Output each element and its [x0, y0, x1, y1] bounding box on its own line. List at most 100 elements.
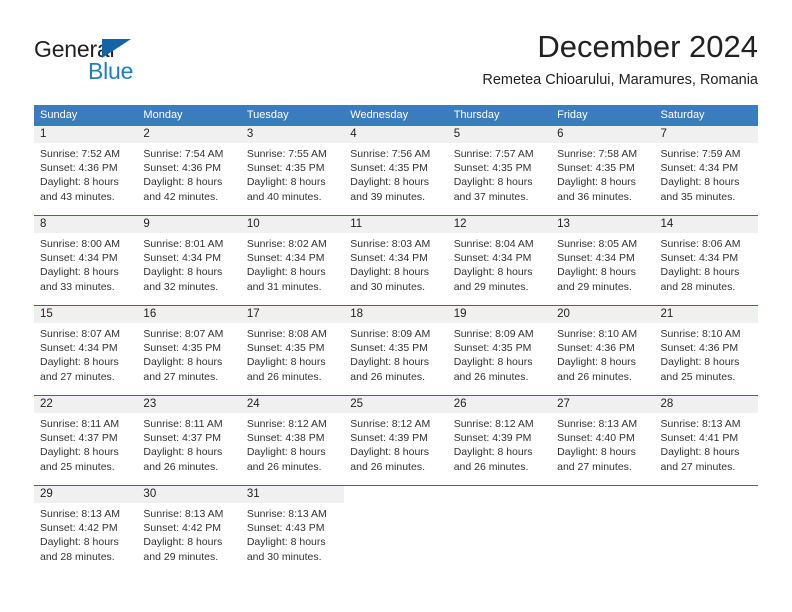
calendar-day-cell[interactable]: 10 Sunrise: 8:02 AM Sunset: 4:34 PM Dayl… [240, 215, 345, 306]
day-details: Sunrise: 7:55 AM Sunset: 4:35 PM Dayligh… [241, 143, 344, 204]
sunrise-text: Sunrise: 8:07 AM [40, 328, 120, 340]
daylight-text-line2: and 25 minutes. [40, 460, 115, 473]
page-header: General Blue December 2024 Remetea Chioa… [34, 28, 758, 98]
calendar-day-cell[interactable]: 27 Sunrise: 8:13 AM Sunset: 4:40 PM Dayl… [551, 395, 655, 486]
sunrise-text: Sunrise: 8:09 AM [350, 328, 431, 340]
sunrise-text: Sunrise: 8:11 AM [40, 418, 120, 430]
calendar-day-cell[interactable]: 29 Sunrise: 8:13 AM Sunset: 4:42 PM Dayl… [34, 485, 138, 575]
daylight-text-line2: and 33 minutes. [40, 280, 115, 293]
calendar-day-cell[interactable]: 8 Sunrise: 8:00 AM Sunset: 4:34 PM Dayli… [34, 215, 138, 306]
daylight-text-line1: Daylight: 8 hours [143, 266, 223, 279]
daylight-text-line1: Daylight: 8 hours [660, 446, 740, 459]
day-number: 21 [654, 306, 758, 323]
daylight-text-line1: Daylight: 8 hours [453, 266, 533, 279]
daylight-text-line2: and 26 minutes. [350, 370, 425, 383]
daylight-text-line1: Daylight: 8 hours [350, 176, 430, 189]
calendar-day-cell[interactable]: 4 Sunrise: 7:56 AM Sunset: 4:35 PM Dayli… [344, 126, 448, 216]
day-number: 14 [654, 216, 758, 233]
day-number: 9 [137, 216, 241, 233]
calendar-day-cell[interactable]: 21 Sunrise: 8:10 AM Sunset: 4:36 PM Dayl… [654, 305, 758, 396]
calendar-day-cell[interactable]: 13 Sunrise: 8:05 AM Sunset: 4:34 PM Dayl… [551, 215, 655, 306]
sunrise-text: Sunrise: 7:55 AM [246, 148, 327, 160]
calendar-day-cell[interactable]: 9 Sunrise: 8:01 AM Sunset: 4:34 PM Dayli… [137, 215, 241, 306]
calendar-day-cell[interactable]: 23 Sunrise: 8:11 AM Sunset: 4:37 PM Dayl… [137, 395, 241, 486]
calendar-header-row: Sunday Monday Tuesday Wednesday Thursday… [34, 105, 758, 126]
day-details: Sunrise: 8:11 AM Sunset: 4:37 PM Dayligh… [34, 413, 137, 474]
calendar-week-row: 1 Sunrise: 7:52 AM Sunset: 4:36 PM Dayli… [34, 126, 758, 216]
sunset-text: Sunset: 4:36 PM [40, 162, 118, 175]
daylight-text-line2: and 31 minutes. [246, 280, 322, 293]
day-number: 16 [137, 306, 241, 323]
daylight-text-line1: Daylight: 8 hours [557, 446, 636, 459]
sunrise-text: Sunrise: 8:05 AM [557, 238, 638, 250]
day-details: Sunrise: 7:58 AM Sunset: 4:35 PM Dayligh… [551, 143, 654, 204]
day-number: 5 [447, 126, 552, 143]
day-details: Sunrise: 8:10 AM Sunset: 4:36 PM Dayligh… [551, 323, 654, 384]
day-details: Sunrise: 8:12 AM Sunset: 4:39 PM Dayligh… [448, 413, 551, 474]
calendar-day-cell[interactable]: 24 Sunrise: 8:12 AM Sunset: 4:38 PM Dayl… [240, 395, 345, 486]
calendar-day-cell[interactable]: 18 Sunrise: 8:09 AM Sunset: 4:35 PM Dayl… [344, 305, 448, 396]
calendar-day-cell[interactable]: 14 Sunrise: 8:06 AM Sunset: 4:34 PM Dayl… [654, 215, 758, 306]
calendar-day-cell[interactable]: 1 Sunrise: 7:52 AM Sunset: 4:36 PM Dayli… [34, 126, 138, 216]
calendar-day-cell[interactable]: 28 Sunrise: 8:13 AM Sunset: 4:41 PM Dayl… [654, 395, 758, 486]
calendar-week-row: 8 Sunrise: 8:00 AM Sunset: 4:34 PM Dayli… [34, 215, 758, 306]
calendar-day-cell[interactable]: 11 Sunrise: 8:03 AM Sunset: 4:34 PM Dayl… [344, 215, 448, 306]
daylight-text-line1: Daylight: 8 hours [453, 176, 533, 189]
calendar-day-cell[interactable]: 12 Sunrise: 8:04 AM Sunset: 4:34 PM Dayl… [447, 215, 552, 306]
daylight-text-line1: Daylight: 8 hours [246, 266, 326, 279]
daylight-text-line1: Daylight: 8 hours [40, 176, 119, 189]
sunset-text: Sunset: 4:35 PM [453, 342, 532, 355]
weekday-header-saturday: Saturday [654, 105, 758, 126]
calendar-day-cell[interactable]: 31 Sunrise: 8:13 AM Sunset: 4:43 PM Dayl… [240, 485, 345, 575]
daylight-text-line2: and 26 minutes. [453, 370, 529, 383]
day-number: 24 [240, 396, 345, 413]
weekday-header-wednesday: Wednesday [344, 105, 448, 126]
calendar-day-cell[interactable]: 5 Sunrise: 7:57 AM Sunset: 4:35 PM Dayli… [447, 126, 552, 216]
sunrise-text: Sunrise: 8:12 AM [246, 418, 327, 430]
calendar-day-cell[interactable]: 16 Sunrise: 8:07 AM Sunset: 4:35 PM Dayl… [137, 305, 241, 396]
weekday-header-monday: Monday [137, 105, 241, 126]
page-title: December 2024 [537, 29, 758, 64]
title-block: December 2024 Remetea Chioarului, Maramu… [482, 28, 758, 90]
sunrise-text: Sunrise: 8:08 AM [246, 328, 327, 340]
calendar-day-cell[interactable]: 2 Sunrise: 7:54 AM Sunset: 4:36 PM Dayli… [137, 126, 241, 216]
calendar-day-cell-empty [344, 485, 448, 575]
day-number: 31 [240, 486, 345, 503]
calendar-day-cell[interactable]: 20 Sunrise: 8:10 AM Sunset: 4:36 PM Dayl… [551, 305, 655, 396]
calendar-day-cell[interactable]: 3 Sunrise: 7:55 AM Sunset: 4:35 PM Dayli… [240, 126, 345, 216]
daylight-text-line1: Daylight: 8 hours [350, 446, 430, 459]
calendar-day-cell[interactable]: 26 Sunrise: 8:12 AM Sunset: 4:39 PM Dayl… [447, 395, 552, 486]
calendar-day-cell[interactable]: 6 Sunrise: 7:58 AM Sunset: 4:35 PM Dayli… [551, 126, 655, 216]
calendar-week-row: 29 Sunrise: 8:13 AM Sunset: 4:42 PM Dayl… [34, 485, 758, 575]
daylight-text-line1: Daylight: 8 hours [246, 536, 326, 549]
sunset-text: Sunset: 4:36 PM [660, 342, 739, 355]
sunset-text: Sunset: 4:35 PM [453, 162, 532, 175]
calendar-day-cell[interactable]: 7 Sunrise: 7:59 AM Sunset: 4:34 PM Dayli… [654, 126, 758, 216]
calendar-day-cell[interactable]: 19 Sunrise: 8:09 AM Sunset: 4:35 PM Dayl… [447, 305, 552, 396]
calendar-day-cell[interactable]: 30 Sunrise: 8:13 AM Sunset: 4:42 PM Dayl… [137, 485, 241, 575]
sunrise-text: Sunrise: 8:11 AM [143, 418, 223, 430]
daylight-text-line1: Daylight: 8 hours [40, 446, 119, 459]
sunset-text: Sunset: 4:35 PM [557, 162, 635, 175]
daylight-text-line1: Daylight: 8 hours [557, 356, 636, 369]
daylight-text-line1: Daylight: 8 hours [660, 266, 740, 279]
calendar-day-cell[interactable]: 22 Sunrise: 8:11 AM Sunset: 4:37 PM Dayl… [34, 395, 138, 486]
daylight-text-line2: and 26 minutes. [557, 370, 632, 383]
calendar-day-cell-empty [654, 485, 758, 575]
general-blue-logo[interactable]: General Blue [34, 36, 214, 92]
calendar-day-cell[interactable]: 17 Sunrise: 8:08 AM Sunset: 4:35 PM Dayl… [240, 305, 345, 396]
day-number: 30 [137, 486, 241, 503]
sunset-text: Sunset: 4:42 PM [143, 522, 222, 535]
triangle-icon [102, 39, 131, 58]
day-details: Sunrise: 7:54 AM Sunset: 4:36 PM Dayligh… [137, 143, 240, 204]
calendar-table: Sunday Monday Tuesday Wednesday Thursday… [34, 105, 758, 575]
day-details: Sunrise: 7:56 AM Sunset: 4:35 PM Dayligh… [344, 143, 447, 204]
daylight-text-line1: Daylight: 8 hours [40, 266, 119, 279]
daylight-text-line2: and 26 minutes. [143, 460, 219, 473]
calendar-day-cell[interactable]: 15 Sunrise: 8:07 AM Sunset: 4:34 PM Dayl… [34, 305, 138, 396]
calendar-day-cell[interactable]: 25 Sunrise: 8:12 AM Sunset: 4:39 PM Dayl… [344, 395, 448, 486]
sunset-text: Sunset: 4:35 PM [143, 342, 222, 355]
day-number: 15 [34, 306, 138, 323]
day-number: 6 [551, 126, 655, 143]
sunset-text: Sunset: 4:34 PM [660, 162, 739, 175]
